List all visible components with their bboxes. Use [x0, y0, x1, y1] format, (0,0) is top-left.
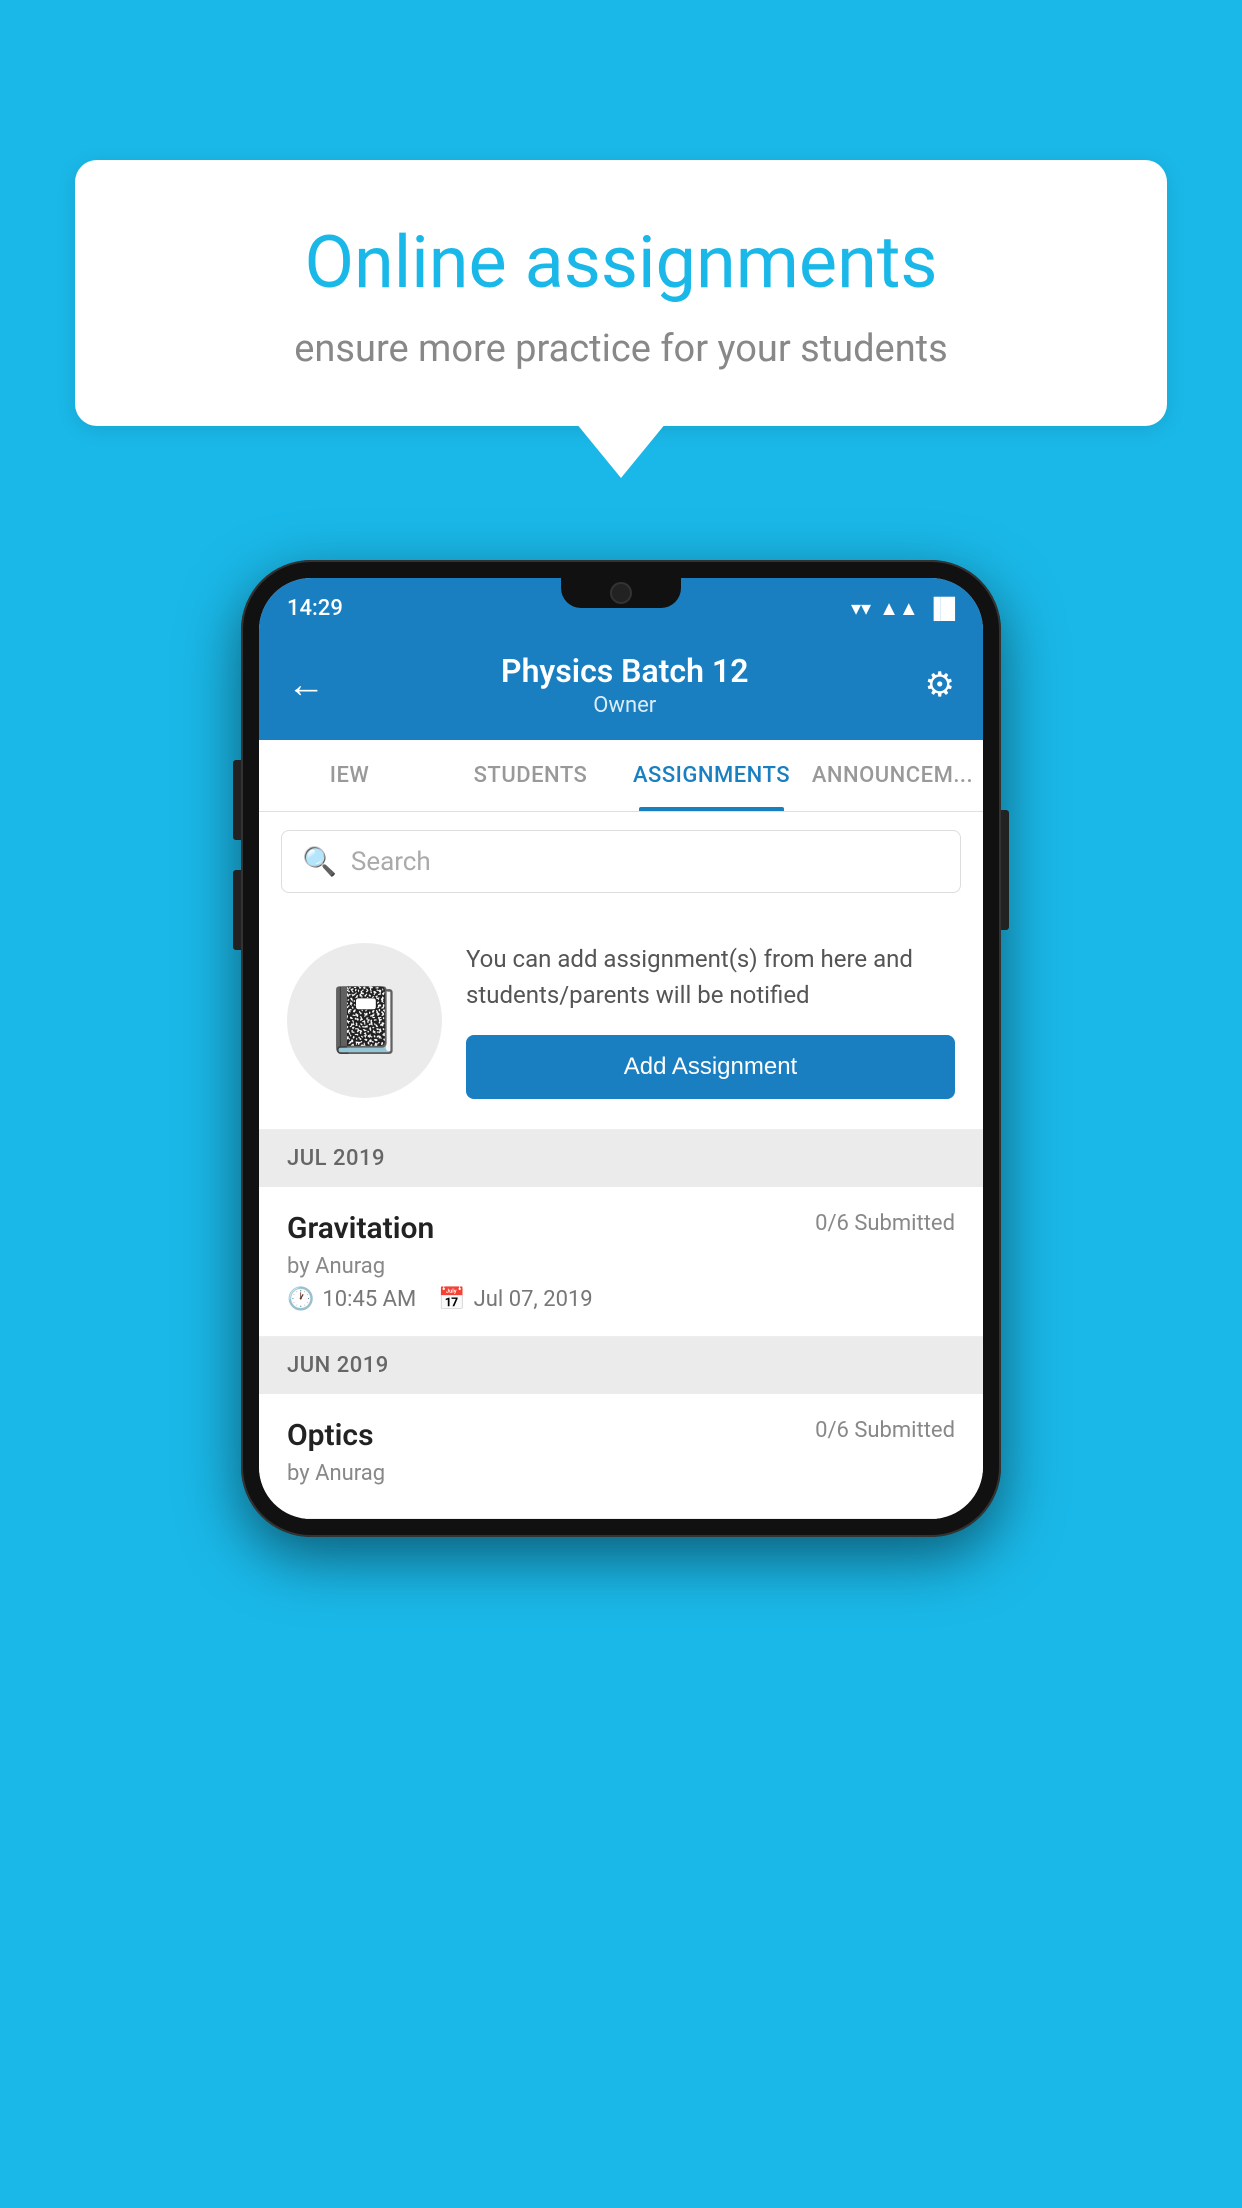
app-bar-center: Physics Batch 12 Owner	[501, 652, 748, 718]
phone-outer: 14:29 ▾▾ ▲▲ ▐█ ← Physics Batch 12 Owner …	[241, 560, 1001, 1537]
status-time: 14:29	[287, 596, 343, 621]
speech-bubble: Online assignments ensure more practice …	[75, 160, 1167, 426]
phone-vol-btn-1	[233, 760, 241, 840]
tab-announcements[interactable]: ANNOUNCEM...	[802, 740, 983, 811]
phone-screen: 14:29 ▾▾ ▲▲ ▐█ ← Physics Batch 12 Owner …	[259, 578, 983, 1519]
assignment-name-optics: Optics	[287, 1418, 374, 1453]
promo-content: You can add assignment(s) from here and …	[466, 941, 955, 1099]
search-container: 🔍 Search	[259, 812, 983, 911]
search-input[interactable]: Search	[351, 847, 431, 877]
speech-bubble-title: Online assignments	[145, 220, 1097, 305]
phone-container: 14:29 ▾▾ ▲▲ ▐█ ← Physics Batch 12 Owner …	[241, 560, 1001, 1537]
tabs-bar: IEW STUDENTS ASSIGNMENTS ANNOUNCEM...	[259, 740, 983, 812]
status-icons: ▾▾ ▲▲ ▐█	[851, 596, 955, 621]
assignment-meta-row: 🕐 10:45 AM 📅 Jul 07, 2019	[287, 1287, 955, 1312]
tab-iew[interactable]: IEW	[259, 740, 440, 811]
app-bar: ← Physics Batch 12 Owner ⚙	[259, 630, 983, 740]
phone-camera	[610, 582, 632, 604]
wifi-icon: ▾▾	[851, 596, 871, 620]
promo-icon-circle: 📓	[287, 943, 442, 1098]
phone-power-btn	[1001, 810, 1009, 930]
settings-button[interactable]: ⚙	[925, 665, 955, 705]
section-header-jun: JUN 2019	[259, 1337, 983, 1394]
promo-section: 📓 You can add assignment(s) from here an…	[259, 911, 983, 1130]
promo-text: You can add assignment(s) from here and …	[466, 941, 955, 1013]
assignment-item-optics[interactable]: Optics 0/6 Submitted by Anurag	[259, 1394, 983, 1519]
assignment-meta-optics: by Anurag	[287, 1461, 955, 1486]
signal-icon: ▲▲	[879, 596, 919, 621]
section-header-jul: JUL 2019	[259, 1130, 983, 1187]
assignment-name-gravitation: Gravitation	[287, 1211, 434, 1246]
search-box[interactable]: 🔍 Search	[281, 830, 961, 893]
optics-row1: Optics 0/6 Submitted	[287, 1418, 955, 1453]
clock-icon: 🕐	[287, 1287, 314, 1312]
assignment-meta-gravitation: by Anurag	[287, 1254, 955, 1279]
search-icon: 🔍	[302, 845, 337, 878]
app-bar-title: Physics Batch 12	[501, 652, 748, 690]
calendar-icon: 📅	[438, 1287, 465, 1312]
add-assignment-button[interactable]: Add Assignment	[466, 1035, 955, 1099]
phone-vol-btn-2	[233, 870, 241, 950]
assignment-time: 🕐 10:45 AM	[287, 1287, 416, 1312]
assignment-item-gravitation[interactable]: Gravitation 0/6 Submitted by Anurag 🕐 10…	[259, 1187, 983, 1337]
assignment-row1: Gravitation 0/6 Submitted	[287, 1211, 955, 1246]
back-button[interactable]: ←	[287, 663, 325, 707]
notebook-icon: 📓	[325, 983, 405, 1058]
battery-icon: ▐█	[927, 596, 955, 621]
assignment-submitted-optics: 0/6 Submitted	[815, 1418, 955, 1443]
assignment-submitted-gravitation: 0/6 Submitted	[815, 1211, 955, 1236]
tab-assignments[interactable]: ASSIGNMENTS	[621, 740, 802, 811]
tab-students[interactable]: STUDENTS	[440, 740, 621, 811]
assignment-date: 📅 Jul 07, 2019	[438, 1287, 592, 1312]
speech-bubble-subtitle: ensure more practice for your students	[145, 327, 1097, 371]
app-bar-subtitle: Owner	[501, 693, 748, 718]
